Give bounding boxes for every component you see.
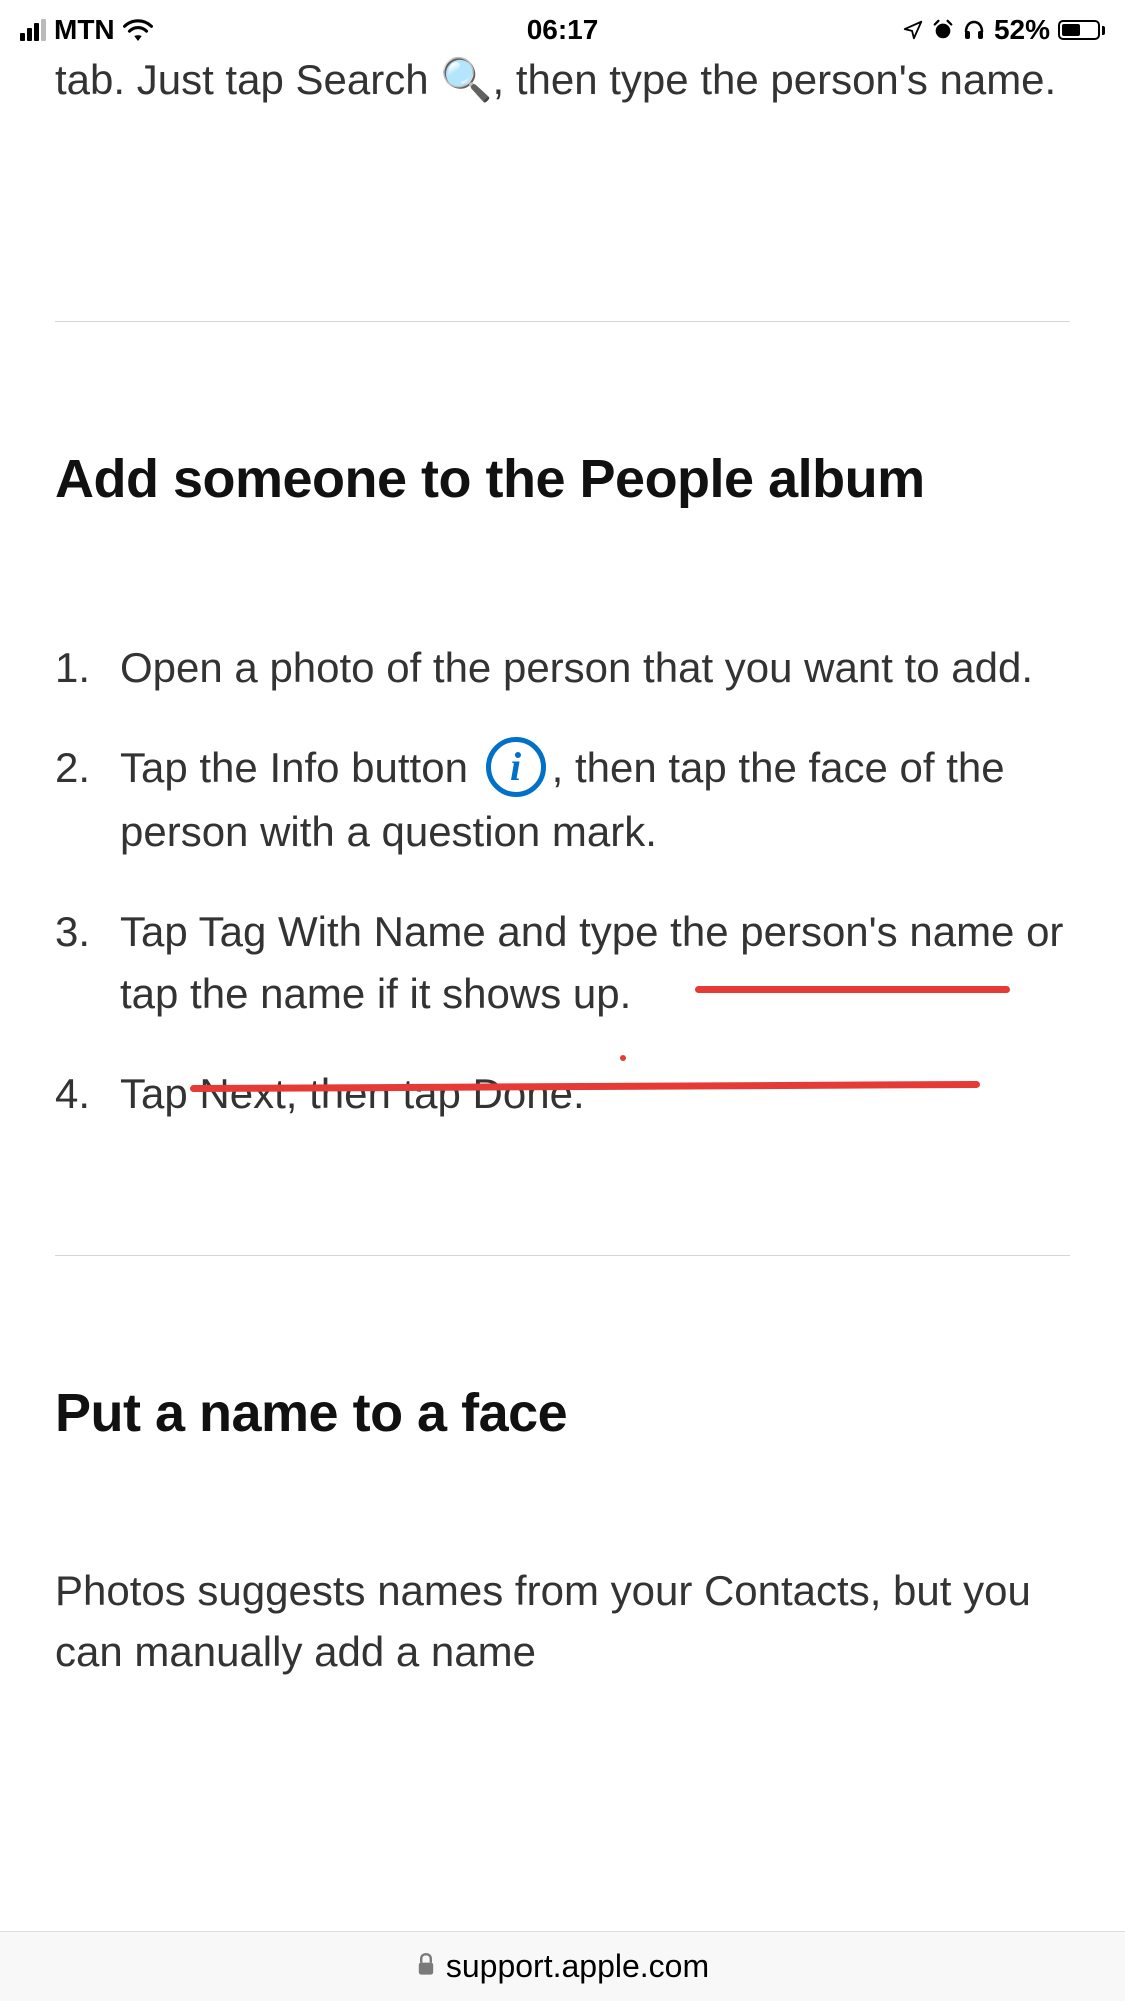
step-number: 3. bbox=[55, 901, 120, 1025]
body-paragraph: Photos suggests names from your Contacts… bbox=[55, 1561, 1070, 1683]
step-item-4: 4. Tap Next, then tap Done. bbox=[55, 1063, 1070, 1125]
headphones-icon bbox=[962, 18, 986, 42]
status-left: MTN bbox=[20, 14, 153, 46]
alarm-icon bbox=[932, 19, 954, 41]
battery-icon bbox=[1058, 20, 1105, 40]
annotation-underline bbox=[695, 986, 1010, 993]
step-text: Tap Next, then tap Done. bbox=[120, 1063, 1070, 1125]
status-right: 52% bbox=[902, 14, 1105, 46]
article-content[interactable]: tab. Just tap Search 🔍, then type the pe… bbox=[0, 50, 1125, 1683]
step-number: 1. bbox=[55, 637, 120, 699]
partial-paragraph-top: tab. Just tap Search 🔍, then type the pe… bbox=[55, 50, 1070, 111]
annotation-dot bbox=[620, 1055, 626, 1061]
browser-url-bar[interactable]: support.apple.com bbox=[0, 1931, 1125, 2001]
carrier-label: MTN bbox=[54, 14, 115, 46]
section-heading-name-face: Put a name to a face bbox=[55, 1381, 1070, 1446]
step-item-2: 2. Tap the Info button i, then tap the f… bbox=[55, 737, 1070, 863]
step-number: 4. bbox=[55, 1063, 120, 1125]
section-heading-add-people: Add someone to the People album bbox=[55, 447, 1070, 512]
lock-icon bbox=[416, 1948, 446, 1985]
signal-icon bbox=[20, 19, 46, 41]
step-item-1: 1. Open a photo of the person that you w… bbox=[55, 637, 1070, 699]
wifi-icon bbox=[123, 19, 153, 41]
location-icon bbox=[902, 19, 924, 41]
section-divider bbox=[55, 1255, 1070, 1256]
step-text: Tap the Info button i, then tap the face… bbox=[120, 737, 1070, 863]
steps-list: 1. Open a photo of the person that you w… bbox=[55, 637, 1070, 1126]
status-time: 06:17 bbox=[527, 14, 599, 46]
url-domain: support.apple.com bbox=[446, 1948, 709, 1985]
step-text: Open a photo of the person that you want… bbox=[120, 637, 1070, 699]
step-number: 2. bbox=[55, 737, 120, 863]
step-text: Tap Tag With Name and type the person's … bbox=[120, 901, 1070, 1025]
section-divider bbox=[55, 321, 1070, 322]
battery-percent: 52% bbox=[994, 14, 1050, 46]
info-icon: i bbox=[486, 737, 546, 797]
step-item-3: 3. Tap Tag With Name and type the person… bbox=[55, 901, 1070, 1025]
